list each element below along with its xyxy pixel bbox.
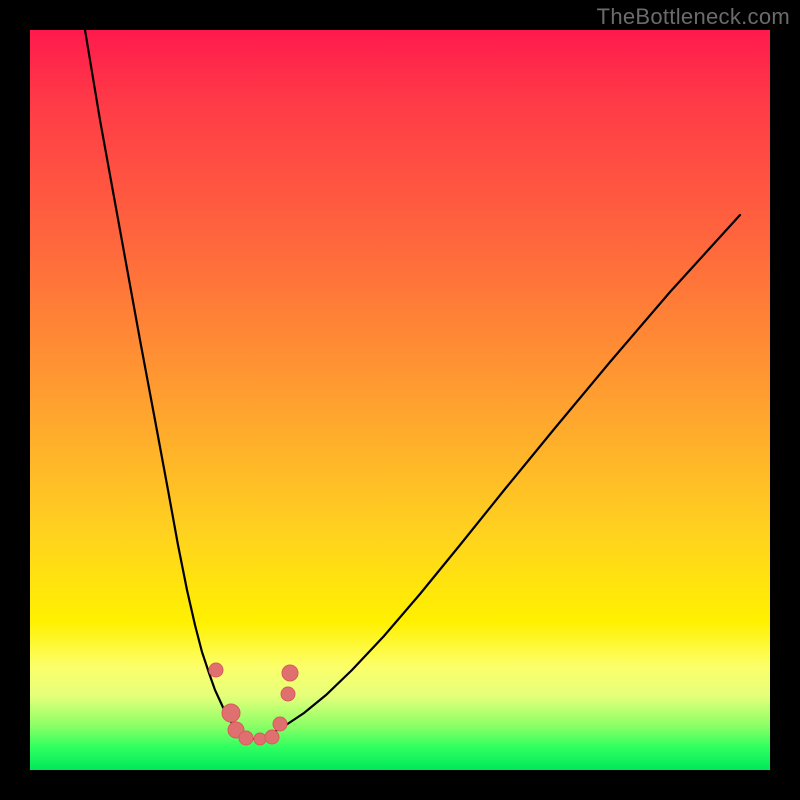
data-point bbox=[254, 733, 266, 745]
data-point bbox=[239, 731, 253, 745]
data-point bbox=[281, 687, 295, 701]
plot-area bbox=[30, 30, 770, 770]
left-curve bbox=[80, 30, 254, 739]
data-point bbox=[282, 665, 298, 681]
data-point bbox=[273, 717, 287, 731]
chart-frame: TheBottleneck.com bbox=[0, 0, 800, 800]
data-point bbox=[222, 704, 240, 722]
right-curve bbox=[254, 215, 740, 739]
data-point bbox=[209, 663, 223, 677]
watermark-text: TheBottleneck.com bbox=[597, 4, 790, 30]
data-point bbox=[265, 730, 279, 744]
curves-layer bbox=[30, 30, 770, 770]
